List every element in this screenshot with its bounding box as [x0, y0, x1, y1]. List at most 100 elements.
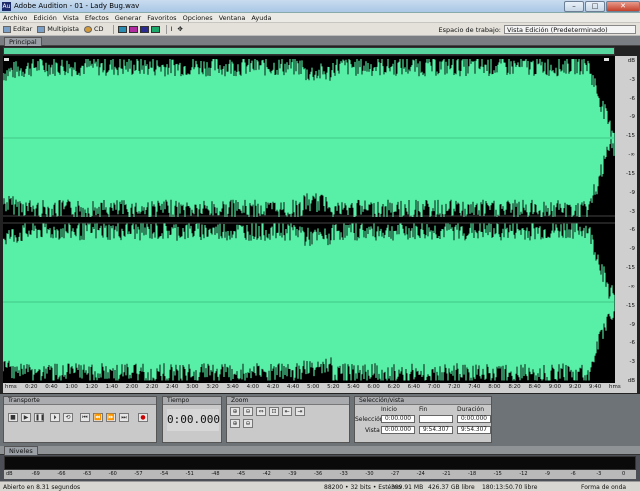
db-tick-label: -9 — [629, 114, 635, 121]
menu-edicion[interactable]: Edición — [33, 14, 57, 22]
time-tick-label: 3:20 — [206, 384, 219, 390]
toolbar-separator — [112, 24, 114, 34]
status-view-mode: Forma de onda — [581, 484, 627, 491]
status-open-time: Abierto en 8.31 segundos — [3, 484, 81, 491]
pause-button[interactable]: ❚❚ — [34, 413, 45, 422]
row-label-selection: Selección — [355, 416, 384, 423]
level-tick-label: -63 — [83, 471, 92, 477]
time-tick-label: 7:40 — [468, 384, 481, 390]
db-tick-label: -6 — [629, 95, 635, 102]
menu-archivo[interactable]: Archivo — [3, 14, 27, 22]
zoom-tab[interactable]: Zoom — [227, 397, 349, 405]
time-panel: Tiempo 0:00.000 — [162, 396, 222, 443]
zoom-left-edge-icon[interactable]: ⇤ — [282, 407, 292, 416]
transport-tab[interactable]: Transporte — [4, 397, 156, 405]
go-to-start-button[interactable]: ⏮ — [80, 413, 90, 422]
level-tick-label: -33 — [339, 471, 348, 477]
db-tick-label: -∞ — [628, 283, 635, 290]
level-tick-label: -57 — [134, 471, 143, 477]
phase-icon[interactable] — [150, 25, 160, 33]
row-label-view: Vista — [365, 427, 380, 434]
time-tick-label: 8:00 — [488, 384, 501, 390]
workspace-selector: Espacio de trabajo: Vista Edición (Prede… — [438, 25, 636, 34]
selection-view-tab[interactable]: Selección/vista — [355, 397, 491, 405]
selection-start-field[interactable]: 0:00.000 — [381, 415, 415, 423]
start-marker-icon[interactable] — [4, 58, 9, 61]
cursor-tool-button[interactable]: Ⅰ — [171, 25, 173, 33]
menu-ayuda[interactable]: Ayuda — [251, 14, 271, 22]
view-end-field[interactable]: 9:54.307 — [419, 426, 453, 434]
loop-button[interactable]: ⟲ — [63, 413, 73, 422]
transport-panel: Transporte ■ ▶ ❚❚ ⏵ ⟲ ⏮ ⏪ ⏩ ⏭ ● — [3, 396, 157, 443]
level-tick-label: -54 — [160, 471, 169, 477]
zoom-in-vertical-icon[interactable]: ⊕ — [230, 419, 240, 428]
menu-opciones[interactable]: Opciones — [183, 14, 213, 22]
waveform-display[interactable] — [3, 56, 615, 383]
workspace-dropdown[interactable]: Vista Edición (Predeterminado) — [504, 25, 636, 34]
play-from-cursor-button[interactable]: ⏵ — [50, 413, 60, 422]
time-tick-label: 9:40 — [588, 384, 602, 390]
multitrack-view-label: Multipista — [47, 25, 79, 33]
zoom-right-edge-icon[interactable]: ⇥ — [295, 407, 305, 416]
pan-icon[interactable] — [139, 25, 149, 33]
time-tick-label: 3:00 — [186, 384, 199, 390]
view-duration-field[interactable]: 9:54.307 — [457, 426, 491, 434]
fast-forward-button[interactable]: ⏩ — [106, 413, 116, 422]
db-tick-label: -∞ — [628, 152, 635, 159]
multitrack-view-button[interactable]: Multipista — [37, 25, 79, 33]
level-tick-label: -60 — [108, 471, 117, 477]
level-tick-label: -15 — [493, 471, 502, 477]
go-to-end-button[interactable]: ⏭ — [119, 413, 129, 422]
level-tick-label: -30 — [365, 471, 374, 477]
tab-principal[interactable]: Principal — [4, 37, 42, 46]
end-marker-icon[interactable] — [604, 58, 609, 61]
zoom-in-horizontal-icon[interactable]: ⊕ — [230, 407, 240, 416]
spectral-icon[interactable] — [128, 25, 138, 33]
db-tick-label: -15 — [626, 170, 635, 177]
cd-view-button[interactable]: CD — [84, 25, 104, 33]
zoom-out-vertical-icon[interactable]: ⊖ — [243, 419, 253, 428]
record-button[interactable]: ● — [138, 413, 148, 422]
time-tick-label: hms — [5, 384, 17, 390]
level-tick-label: 0 — [622, 471, 626, 477]
selection-duration-field[interactable]: 0:00.000 — [457, 415, 491, 423]
level-tick-label: -42 — [262, 471, 271, 477]
levels-tab[interactable]: Niveles — [4, 446, 38, 455]
play-button[interactable]: ▶ — [21, 413, 31, 422]
level-tick-label: -27 — [391, 471, 400, 477]
time-tick-label: 4:20 — [266, 384, 280, 390]
db-tick-label: -6 — [629, 340, 635, 347]
level-tick-label: -66 — [57, 471, 66, 477]
time-tab[interactable]: Tiempo — [163, 397, 221, 405]
toolbar-separator — [165, 24, 167, 34]
overview-bar[interactable] — [3, 47, 615, 55]
level-tick-label: -21 — [442, 471, 451, 477]
zoom-selection-icon[interactable]: ⊡ — [269, 407, 279, 416]
zoom-out-horizontal-icon[interactable]: ⊖ — [243, 407, 253, 416]
cd-icon — [84, 25, 92, 33]
stop-button[interactable]: ■ — [8, 413, 18, 422]
col-header-duration: Duración — [457, 406, 485, 413]
minimize-button[interactable]: – — [564, 0, 584, 12]
status-file-size: 399.91 MB — [391, 484, 424, 491]
time-tick-label: 5:20 — [327, 384, 340, 390]
menu-vista[interactable]: Vista — [63, 14, 79, 22]
selection-end-field[interactable] — [419, 415, 453, 423]
time-ruler: hms 0:20 0:40 1:00 1:20 1:40 2:00 2:20 2:40 3:00 3… — [3, 383, 637, 393]
menu-efectos[interactable]: Efectos — [85, 14, 109, 22]
hand-tool-button[interactable]: ✥ — [177, 25, 182, 33]
maximize-button[interactable]: □ — [585, 0, 605, 12]
rewind-button[interactable]: ⏪ — [93, 413, 103, 422]
time-tick-label: 0:40 — [45, 384, 58, 390]
edit-view-button[interactable]: Editar — [3, 25, 32, 33]
close-button[interactable]: ✕ — [606, 0, 640, 12]
multitrack-icon — [37, 25, 46, 33]
zoom-out-full-icon[interactable]: ⇔ — [256, 407, 266, 416]
display-mode-icon[interactable] — [117, 25, 127, 33]
time-tick-label: 8:40 — [528, 384, 541, 390]
menu-favoritos[interactable]: Favoritos — [147, 14, 176, 22]
time-tick-label: 0:20 — [25, 384, 38, 390]
menu-ventana[interactable]: Ventana — [219, 14, 246, 22]
view-start-field[interactable]: 0:00.000 — [381, 426, 415, 434]
menu-generar[interactable]: Generar — [115, 14, 141, 22]
